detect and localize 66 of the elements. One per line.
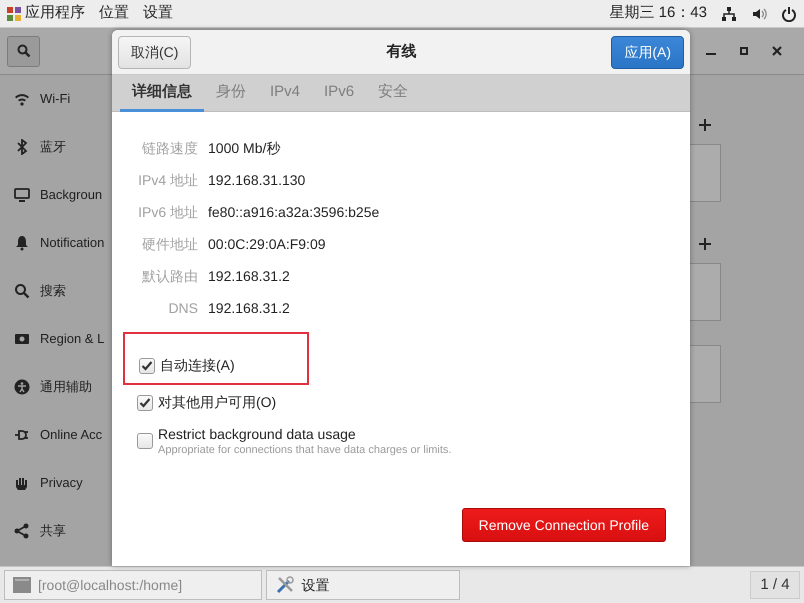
share-icon	[14, 523, 30, 539]
close-icon[interactable]	[771, 45, 783, 57]
sidebar-item[interactable]: Online Acc	[0, 411, 112, 459]
field-label: IPv6 地址	[137, 202, 198, 222]
remove-profile-button[interactable]: Remove Connection Profile	[462, 508, 666, 542]
sidebar-item[interactable]: Privacy	[0, 459, 112, 507]
field-value: 00:0C:29:0A:F9:09	[208, 234, 326, 254]
field-value: 192.168.31.2	[208, 298, 290, 318]
field-value: fe80::a916:a32a:3596:b25e	[208, 202, 380, 222]
checkbox-label[interactable]: Restrict background data usage	[158, 426, 452, 442]
list-panel	[690, 144, 721, 202]
dialog-title: 有线	[385, 42, 418, 62]
checkbox[interactable]	[137, 433, 153, 449]
plus-icon	[699, 119, 711, 131]
menu-item[interactable]: 位置	[99, 2, 129, 25]
sidebar-item[interactable]: Notification	[0, 219, 112, 267]
apply-button[interactable]: 应用(A)	[611, 36, 684, 68]
field-label: 硬件地址	[141, 234, 198, 254]
plug-icon	[14, 427, 30, 443]
maximize-icon[interactable]	[738, 45, 750, 57]
field-label: 默认路由	[141, 266, 198, 286]
cancel-button[interactable]: 取消(C)	[118, 36, 192, 68]
field-label: DNS	[167, 298, 198, 318]
field-value: 192.168.31.2	[208, 266, 290, 286]
tools-icon	[274, 575, 294, 595]
search-button[interactable]	[7, 36, 40, 66]
field-label: 链路速度	[141, 138, 198, 158]
flag-icon	[14, 331, 30, 347]
plus-icon	[699, 238, 711, 250]
hand-icon	[14, 475, 30, 491]
menu-item[interactable]: 设置	[143, 2, 173, 25]
sidebar-item[interactable]: 通用辅助	[0, 363, 112, 411]
checkbox-label[interactable]: 自动连接(A)	[160, 355, 235, 376]
check-icon	[139, 396, 151, 408]
apps-icon	[7, 6, 21, 20]
search-icon	[16, 44, 30, 58]
list-panel	[690, 345, 721, 403]
check-icon	[141, 360, 153, 372]
option-description: Appropriate for connections that have data charges or limits.	[158, 443, 452, 458]
terminal-icon	[13, 577, 31, 593]
checkbox-label[interactable]: 对其他用户可用(O)	[158, 392, 276, 413]
sidebar-item[interactable]: Wi-Fi	[0, 75, 112, 123]
field-value: 1000 Mb/秒	[208, 138, 280, 158]
workspace-switcher[interactable]: 1 / 4	[750, 571, 800, 599]
field-value: 192.168.31.130	[208, 170, 306, 190]
sidebar-item[interactable]: 蓝牙	[0, 123, 112, 171]
wifi-icon	[14, 91, 30, 107]
checkbox[interactable]	[139, 358, 155, 374]
taskbar-window-button[interactable]: 设置	[266, 570, 460, 600]
accessibility-icon	[14, 379, 30, 395]
checkbox[interactable]	[137, 394, 153, 410]
power-icon	[781, 6, 797, 22]
search-icon	[14, 283, 30, 299]
sidebar-item[interactable]: 搜索	[0, 267, 112, 315]
sidebar-item[interactable]: 共享	[0, 507, 112, 555]
list-panel	[690, 263, 721, 321]
network-icon	[721, 6, 737, 22]
menu-item[interactable]: 应用程序	[25, 2, 85, 25]
volume-icon	[751, 6, 767, 22]
bell-icon	[14, 235, 30, 251]
clock[interactable]: 星期三 16：43	[609, 2, 707, 25]
monitor-icon	[14, 187, 30, 203]
sidebar-item[interactable]: Backgroun	[0, 171, 112, 219]
tab[interactable]: 详细信息	[120, 75, 204, 112]
field-label: IPv4 地址	[137, 170, 198, 190]
sidebar-item[interactable]: Region & L	[0, 315, 112, 363]
